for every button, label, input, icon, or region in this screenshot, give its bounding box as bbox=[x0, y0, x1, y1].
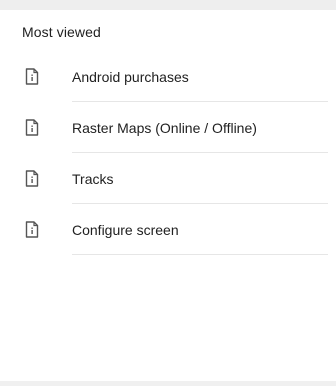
list-item-configure-screen[interactable]: Configure screen bbox=[0, 204, 336, 255]
list-item-label: Android purchases bbox=[72, 69, 189, 85]
section-title: Most viewed bbox=[22, 24, 101, 40]
list-item-label: Configure screen bbox=[72, 222, 179, 238]
list-item-label: Tracks bbox=[72, 171, 114, 187]
file-info-icon bbox=[25, 221, 39, 238]
file-info-icon bbox=[25, 68, 39, 85]
list-item-android-purchases[interactable]: Android purchases bbox=[0, 51, 336, 102]
list-item-raster-maps[interactable]: Raster Maps (Online / Offline) bbox=[0, 102, 336, 153]
bottom-divider-strip bbox=[0, 381, 336, 386]
divider bbox=[72, 254, 328, 255]
file-info-icon bbox=[25, 170, 39, 187]
list-item-label: Raster Maps (Online / Offline) bbox=[72, 120, 257, 136]
most-viewed-list: Android purchases Raster Maps (Online / … bbox=[0, 51, 336, 255]
top-divider-strip bbox=[0, 0, 336, 10]
list-item-tracks[interactable]: Tracks bbox=[0, 153, 336, 204]
file-info-icon bbox=[25, 119, 39, 136]
